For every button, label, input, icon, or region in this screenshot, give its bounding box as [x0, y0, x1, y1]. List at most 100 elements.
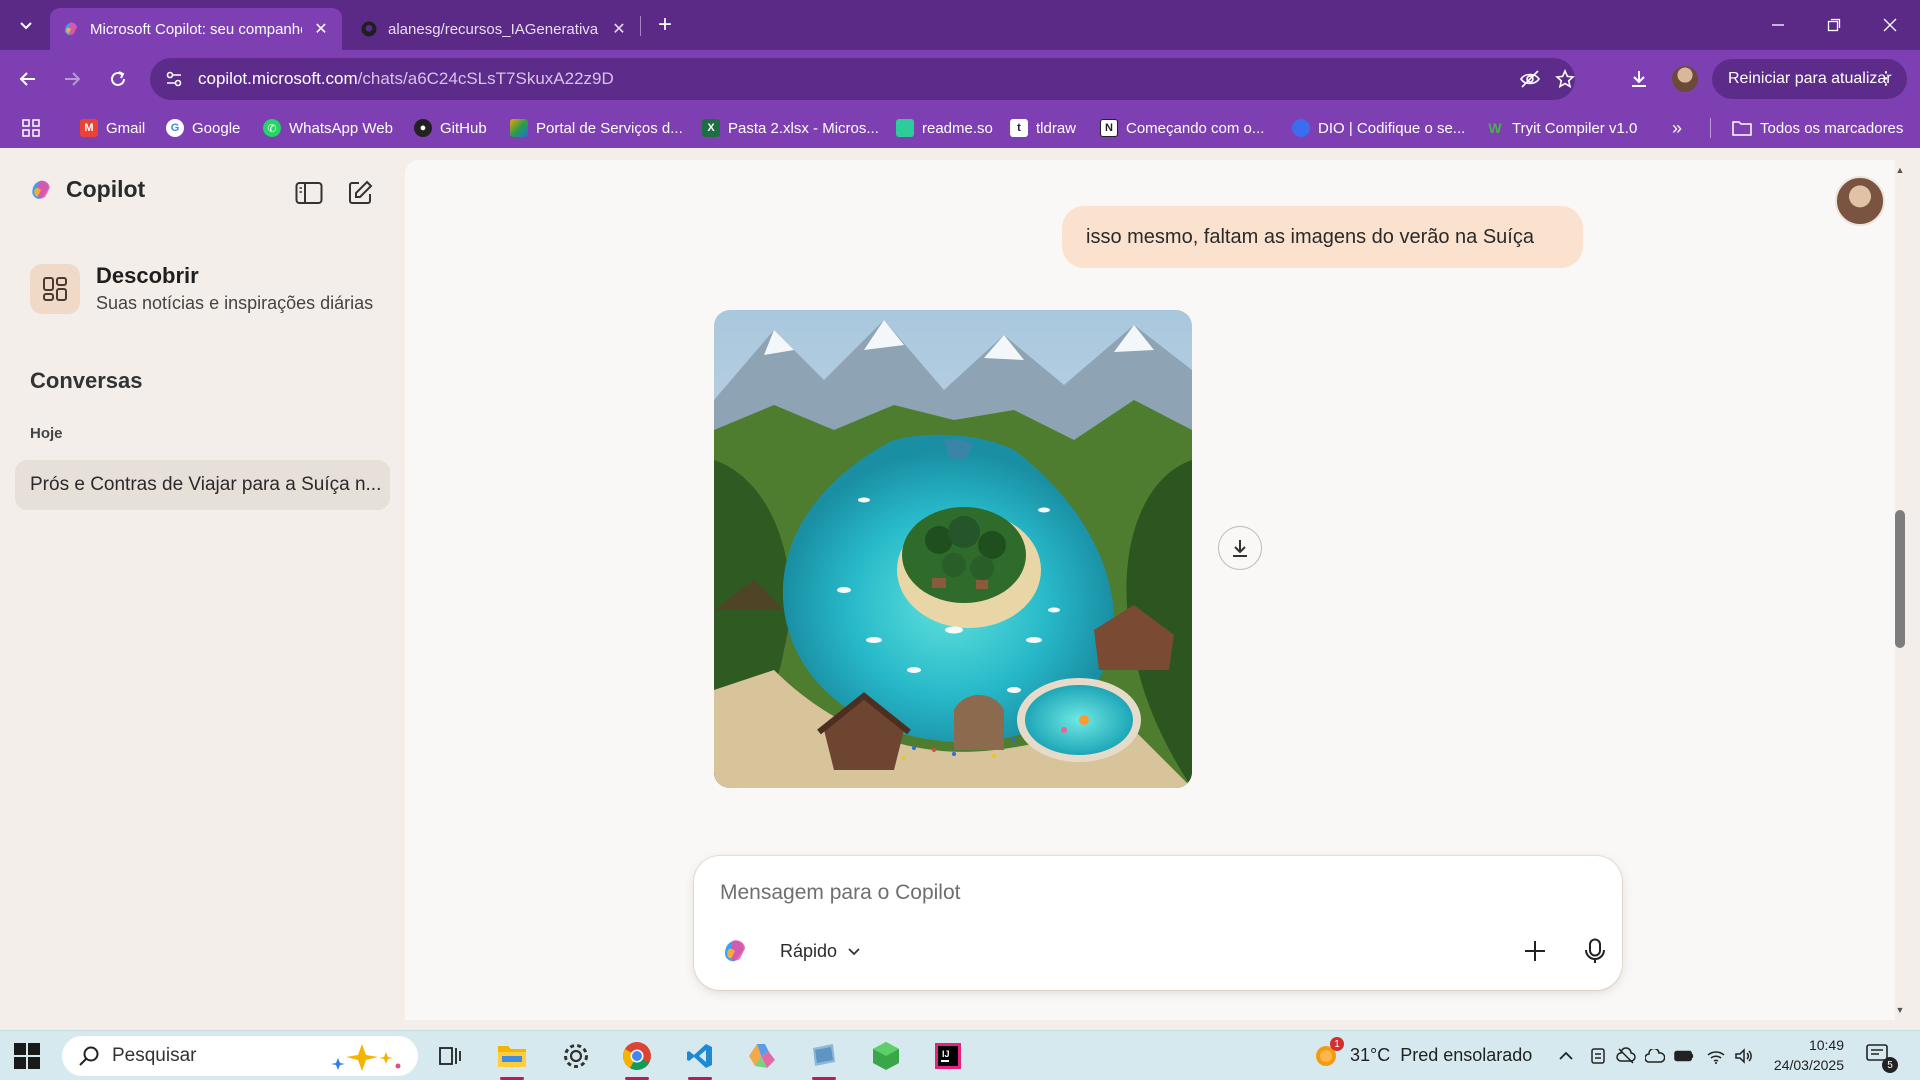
- clock-date: 24/03/2025: [1773, 1057, 1844, 1073]
- weather-widget[interactable]: 1 31°C Pred ensolarado: [1312, 1037, 1532, 1069]
- bookmark-whatsapp[interactable]: ✆ WhatsApp Web: [263, 108, 393, 148]
- generated-image[interactable]: [714, 310, 1192, 788]
- plus-icon: [1525, 941, 1545, 961]
- system-clock[interactable]: 10:49 24/03/2025: [1752, 1035, 1844, 1075]
- scroll-up-icon[interactable]: ▲: [1894, 164, 1906, 176]
- vscode-icon[interactable]: [680, 1038, 720, 1080]
- settings-icon[interactable]: [556, 1038, 596, 1074]
- conversation-item[interactable]: Prós e Contras de Viajar para a Suíça n.…: [15, 460, 390, 510]
- page-scrollbar[interactable]: ▲ ▼: [1893, 160, 1907, 1020]
- conversations-heading: Conversas: [30, 368, 143, 393]
- reload-button[interactable]: [102, 63, 134, 95]
- bookmark-readme[interactable]: readme.so: [896, 108, 993, 148]
- forward-button[interactable]: [56, 63, 88, 95]
- scroll-thumb[interactable]: [1895, 510, 1905, 648]
- windows-start-icon[interactable]: [14, 1043, 40, 1069]
- new-chat-button[interactable]: [343, 176, 377, 210]
- restore-button[interactable]: [1806, 0, 1862, 50]
- temperature-text: 31°C: [1350, 1044, 1391, 1065]
- folder-icon: [1732, 121, 1752, 136]
- downloads-button[interactable]: [1623, 63, 1655, 95]
- bookmark-portal[interactable]: Portal de Serviços d...: [510, 108, 683, 148]
- today-heading: Hoje: [30, 425, 63, 442]
- bookmark-excel[interactable]: X Pasta 2.xlsx - Micros...: [702, 108, 879, 148]
- all-bookmarks-button[interactable]: Todos os marcadores: [1732, 108, 1903, 148]
- battery-icon[interactable]: [1674, 1046, 1694, 1066]
- bookmark-gmail[interactable]: M Gmail: [80, 108, 145, 148]
- chevron-down-icon: [848, 948, 860, 956]
- copilot-logo-icon: [32, 180, 50, 199]
- copilot-brand[interactable]: Copilot: [28, 176, 145, 203]
- hexagon-app-icon[interactable]: [866, 1038, 906, 1074]
- download-icon: [1632, 71, 1646, 87]
- apps-button[interactable]: [22, 108, 40, 148]
- discover-item[interactable]: Descobrir Suas notícias e inspirações di…: [30, 263, 373, 314]
- close-tab-icon[interactable]: ✕: [610, 20, 628, 38]
- restart-to-update-button[interactable]: Reiniciar para atualizar ⋮: [1712, 59, 1907, 99]
- new-tab-button[interactable]: +: [650, 10, 680, 40]
- intellij-icon[interactable]: IJ: [928, 1038, 968, 1074]
- remote-desktop-icon[interactable]: [804, 1038, 844, 1080]
- add-attachment-button[interactable]: [1518, 934, 1552, 968]
- bookmark-label: Pasta 2.xlsx - Micros...: [728, 119, 879, 137]
- browser-toolbar: copilot.microsoft.com/chats/a6C24cSLsT7S…: [0, 50, 1920, 108]
- notion-icon: N: [1100, 119, 1118, 137]
- task-view-icon[interactable]: [430, 1038, 470, 1074]
- mode-dropdown[interactable]: Rápido: [780, 936, 861, 966]
- minimize-button[interactable]: [1750, 0, 1806, 50]
- restore-icon: [1827, 18, 1841, 32]
- bookmark-label: Tryit Compiler v1.0: [1512, 119, 1638, 137]
- bookmark-notion[interactable]: N Começando com o...: [1100, 108, 1264, 148]
- bookmark-label: GitHub: [440, 119, 487, 137]
- reload-icon: [111, 71, 125, 86]
- address-bar[interactable]: copilot.microsoft.com/chats/a6C24cSLsT7S…: [150, 58, 1575, 100]
- tab-search-button[interactable]: [10, 9, 42, 41]
- scroll-down-icon[interactable]: ▼: [1894, 1004, 1906, 1016]
- bookmark-star-icon[interactable]: [1552, 66, 1578, 92]
- apps-grid-icon: [22, 119, 40, 137]
- back-button[interactable]: [12, 63, 44, 95]
- bookmark-google[interactable]: G Google: [166, 108, 240, 148]
- meet-now-icon[interactable]: [1588, 1046, 1608, 1066]
- close-window-button[interactable]: [1862, 0, 1918, 50]
- close-icon: [1883, 18, 1897, 32]
- git-client-icon[interactable]: [742, 1038, 782, 1074]
- tab-copilot[interactable]: Microsoft Copilot: seu companheiro de IA…: [50, 8, 342, 50]
- chrome-icon[interactable]: [617, 1038, 657, 1080]
- site-info-icon[interactable]: [164, 69, 184, 89]
- voice-input-button[interactable]: [1578, 934, 1612, 968]
- wifi-icon[interactable]: [1706, 1046, 1726, 1066]
- toggle-sidebar-button[interactable]: [292, 176, 326, 210]
- more-menu-icon[interactable]: ⋮: [1877, 68, 1895, 89]
- github-icon: ●: [414, 119, 432, 137]
- user-avatar[interactable]: [1835, 176, 1885, 226]
- more-bookmarks-chevron-icon[interactable]: »: [1672, 108, 1682, 148]
- message-input[interactable]: [720, 878, 1320, 908]
- google-icon: G: [166, 119, 184, 137]
- excel-icon: X: [702, 119, 720, 137]
- microphone-icon: [1585, 938, 1605, 963]
- bookmark-dio[interactable]: DIO | Codifique o se...: [1292, 108, 1465, 148]
- taskbar-search[interactable]: Pesquisar: [62, 1036, 418, 1076]
- bookmark-github[interactable]: ● GitHub: [414, 108, 487, 148]
- onedrive-icon[interactable]: [1645, 1046, 1665, 1066]
- svg-text:IJ: IJ: [942, 1049, 950, 1059]
- chevron-up-icon[interactable]: [1556, 1046, 1576, 1066]
- tab-github[interactable]: alanesg/recursos_IAGenerativa ✕: [348, 8, 640, 50]
- close-tab-icon[interactable]: ✕: [312, 20, 330, 38]
- file-explorer-icon[interactable]: [492, 1038, 532, 1080]
- bookmark-tldraw[interactable]: t tldraw: [1010, 108, 1076, 148]
- profile-avatar[interactable]: [1672, 66, 1698, 92]
- tracking-protection-icon[interactable]: [1517, 66, 1543, 92]
- bookmark-label: Portal de Serviços d...: [536, 119, 683, 137]
- browser-tab-bar: Microsoft Copilot: seu companheiro de IA…: [0, 0, 1920, 50]
- volume-icon[interactable]: [1734, 1046, 1754, 1066]
- bookmarks-bar: M Gmail G Google ✆ WhatsApp Web ● GitHub Por…: [0, 108, 1920, 148]
- discover-grid-icon: [30, 263, 80, 314]
- bookmark-tryit[interactable]: W Tryit Compiler v1.0: [1486, 108, 1637, 148]
- bookmark-separator: [1710, 118, 1711, 138]
- download-image-button[interactable]: [1218, 526, 1262, 570]
- tab-title: Microsoft Copilot: seu companheiro de IA: [90, 20, 302, 38]
- notifications-icon[interactable]: 5: [1866, 1043, 1898, 1073]
- cloud-sync-icon[interactable]: [1616, 1046, 1636, 1066]
